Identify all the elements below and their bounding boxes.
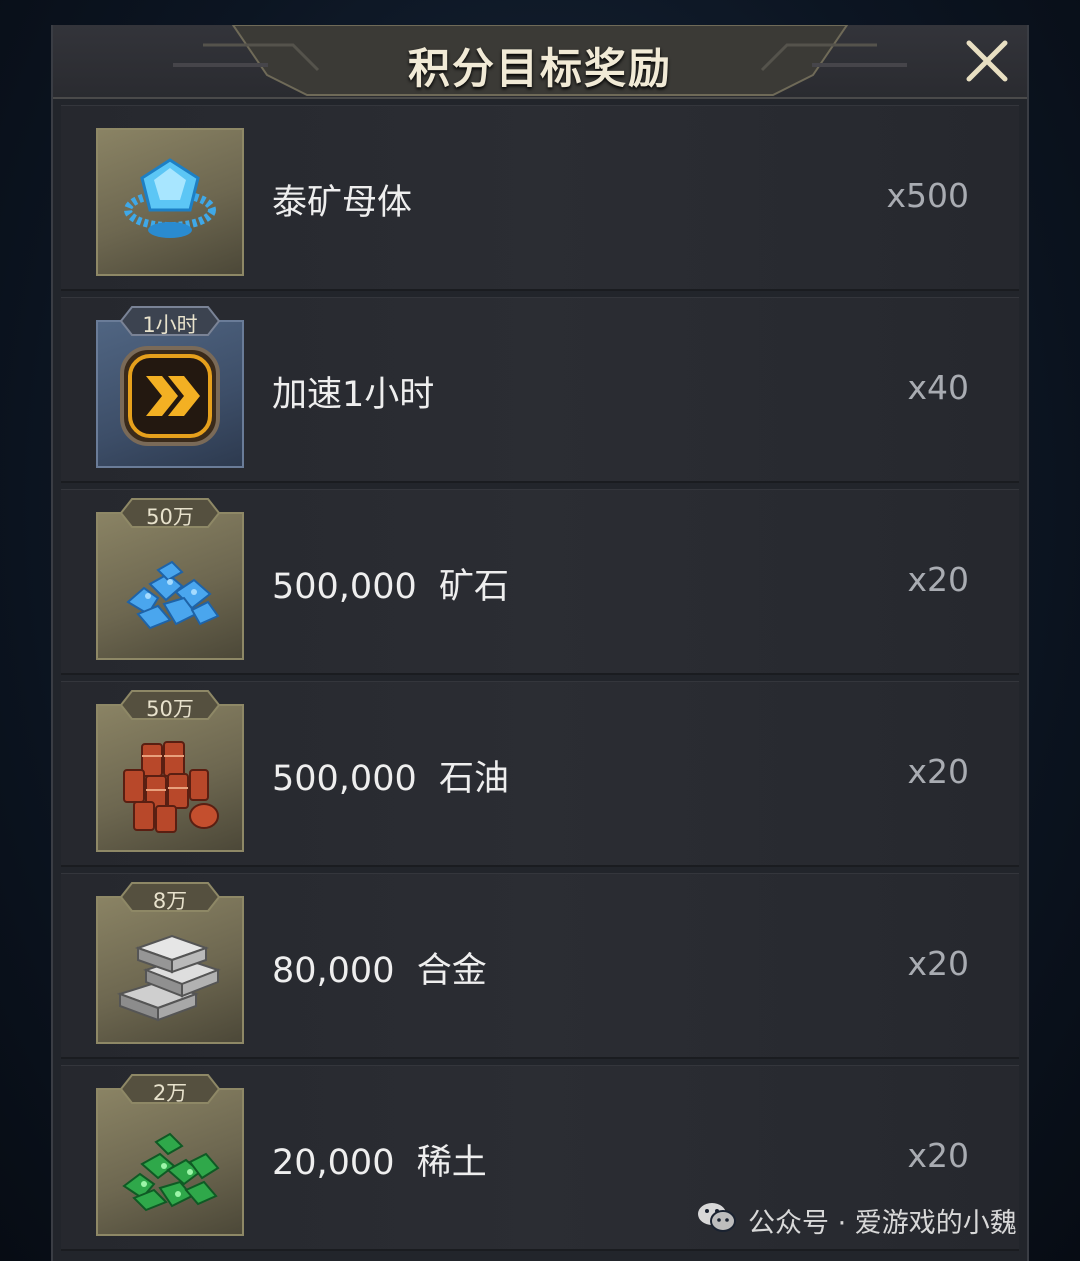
badge-label: 8万 (152, 889, 188, 913)
reward-name: 泰矿母体 (272, 183, 413, 223)
reward-quantity: x20 (907, 560, 969, 599)
alloy-ingots-icon (96, 896, 244, 1044)
reward-quantity: x20 (907, 752, 969, 791)
amount-badge: 2万 (120, 1074, 220, 1105)
reward-quantity: x20 (907, 1136, 969, 1175)
amount-badge: 1小时 (120, 306, 220, 337)
reward-name: 20,000 稀土 (272, 1143, 487, 1183)
panel-header: 积分目标奖励 (53, 25, 1027, 99)
reward-name: 500,000 石油 (272, 759, 509, 799)
badge-label: 1小时 (142, 313, 198, 337)
watermark: 公众号 · 爱游戏的小魏 (696, 1200, 1017, 1240)
reward-quantity: x40 (907, 368, 969, 407)
reward-quantity: x20 (907, 944, 969, 983)
speedup-icon (96, 320, 244, 468)
badge-label: 50万 (146, 697, 194, 721)
reward-name: 80,000 合金 (272, 951, 487, 991)
oil-barrels-icon (96, 704, 244, 852)
reward-row-oil[interactable]: 50万 500,000 石油 x20 (61, 681, 1019, 867)
titanium-matrix-icon (96, 128, 244, 276)
reward-name: 500,000 矿石 (272, 567, 509, 607)
panel-title: 积分目标奖励 (407, 44, 672, 93)
reward-row-speedup[interactable]: 1小时 加速1小时 x40 (61, 297, 1019, 483)
badge-label: 2万 (152, 1081, 188, 1105)
reward-quantity: x500 (886, 176, 969, 215)
amount-badge: 8万 (120, 882, 220, 913)
badge-label: 50万 (146, 505, 194, 529)
close-icon[interactable] (963, 37, 1011, 85)
rare-earth-icon (96, 1088, 244, 1236)
amount-badge: 50万 (120, 498, 220, 529)
wechat-icon (696, 1199, 738, 1242)
amount-badge: 50万 (120, 690, 220, 721)
ore-icon (96, 512, 244, 660)
reward-row-alloy[interactable]: 8万 80,000 合金 x20 (61, 873, 1019, 1059)
reward-name: 加速1小时 (272, 375, 435, 415)
reward-panel: 积分目标奖励 泰矿母体 x500 1小时 加速1小时 x40 50万 500,0… (51, 25, 1029, 1261)
watermark-text: 公众号 · 爱游戏的小魏 (748, 1207, 1017, 1239)
reward-row-titanium-matrix[interactable]: 泰矿母体 x500 (61, 105, 1019, 291)
reward-row-ore[interactable]: 50万 500,000 矿石 x20 (61, 489, 1019, 675)
